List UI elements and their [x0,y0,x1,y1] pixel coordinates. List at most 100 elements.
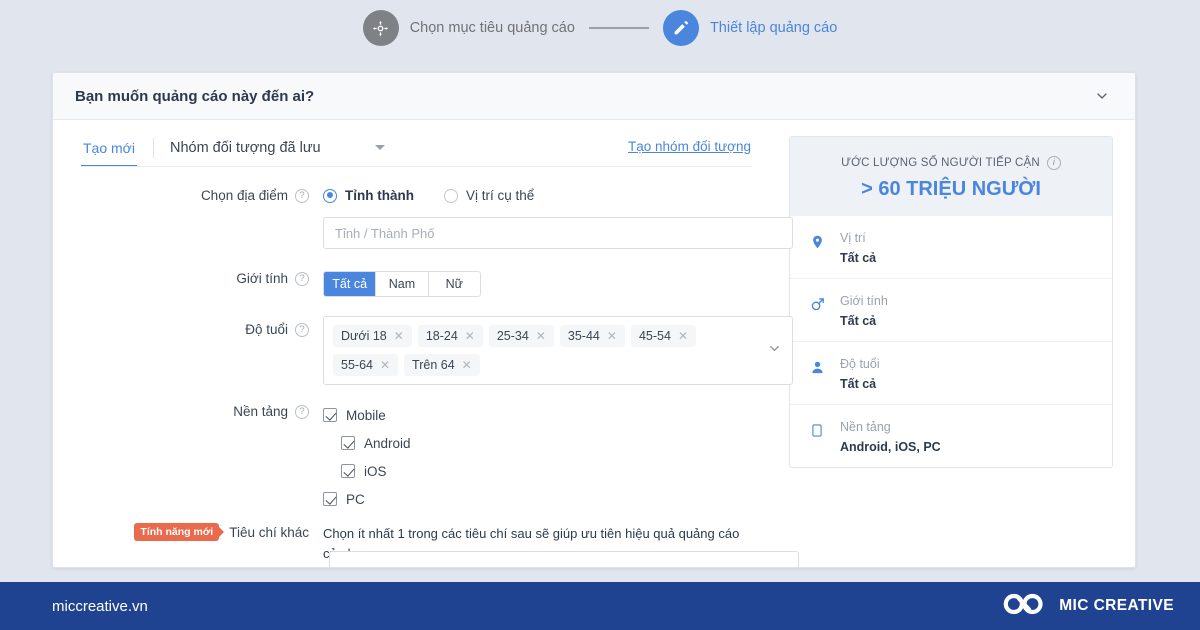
footer-branding: MIC CREATIVE [1002,591,1174,622]
summary-value: Tất cả [840,251,877,265]
field-age: Độ tuổi ? Dưới 18 ✕ 18-24 ✕ 25-34 ✕ 35-44 ✕ … [53,316,793,385]
step-indicator: Chọn mục tiêu quảng cáo Thiết lập quảng … [0,0,1200,56]
footer-url: miccreative.vn [52,597,148,615]
summary-value: Tất cả [840,377,877,391]
age-chips-box[interactable]: Dưới 18 ✕ 18-24 ✕ 25-34 ✕ 35-44 ✕ 45-54 ✕ 55-… [323,316,793,385]
radio-option-province[interactable]: Tỉnh thành [323,188,414,203]
gender-option-female[interactable]: Nữ [428,272,480,296]
chip-label: 35-44 [567,329,600,343]
checkbox-label: PC [346,491,365,507]
pencil-icon [662,10,699,46]
help-icon[interactable]: ? [295,322,309,337]
gender-label: Giới tính [236,271,288,286]
summary-key: Vị trí [840,231,866,245]
platform-label-group: Nền tảng ? [53,401,323,419]
targeting-form: Tạo mới Nhóm đối tượng đã lưu Tạo nhóm đ… [53,120,799,567]
summary-gender-text: Giới tính Tất cả [840,292,888,328]
radio-label: Vị trí cụ thể [465,188,535,203]
reach-panel-header: ƯỚC LƯỢNG SỐ NGƯỜI TIẾP CẬN i > 60 TRIỆU… [790,137,1112,215]
gender-option-male[interactable]: Nam [376,272,429,296]
checkbox-android[interactable]: Android [341,429,751,457]
chip-label: 18-24 [425,329,458,343]
age-chip[interactable]: Trên 64 ✕ [404,354,480,376]
platform-label: Nền tảng [233,404,288,419]
step-setup-ad[interactable]: Thiết lập quảng cáo [662,10,838,46]
age-chip[interactable]: 45-54 ✕ [630,325,696,347]
help-icon[interactable]: ? [295,271,309,286]
age-chip[interactable]: 25-34 ✕ [488,325,554,347]
step2-label: Thiết lập quảng cáo [709,20,838,36]
chip-label: Trên 64 [412,358,455,372]
checkbox-label: Mobile [346,407,386,423]
checkbox-indicator [341,436,355,450]
checkbox-indicator [323,408,337,422]
summary-key: Nền tảng [840,420,891,434]
province-city-placeholder: Tỉnh / Thành Phố [335,225,435,241]
summary-age-text: Độ tuổi Tất cả [840,355,880,391]
page-title: Bạn muốn quảng cáo này đến ai? [75,87,315,105]
field-gender: Giới tính ? Tất cả Nam Nữ [53,271,775,297]
card-header: Bạn muốn quảng cáo này đến ai? [53,73,1135,120]
close-icon[interactable]: ✕ [465,330,475,342]
gender-control: Tất cả Nam Nữ [323,271,751,297]
location-pin-icon [808,229,826,251]
checkbox-ios[interactable]: iOS [341,457,751,485]
footer-bar: miccreative.vn MIC CREATIVE [0,582,1200,630]
province-city-input[interactable]: Tỉnh / Thành Phố [323,217,793,249]
chip-label: 55-64 [341,358,373,372]
person-icon [808,355,826,376]
checkbox-mobile[interactable]: Mobile [323,401,751,429]
field-platform: Nền tảng ? Mobile Android iOS PC [53,401,775,513]
close-icon[interactable]: ✕ [607,330,617,342]
chip-label: Dưới 18 [341,329,387,343]
help-icon[interactable]: ? [295,188,309,203]
step-choose-objective[interactable]: Chọn mục tiêu quảng cáo [362,10,575,46]
age-label-group: Độ tuổi ? [53,316,323,337]
close-icon[interactable]: ✕ [394,330,404,342]
criteria-input[interactable] [329,551,799,567]
footer-brand-name: MIC CREATIVE [1059,597,1174,614]
criteria-label-group: Tính năng mới Tiêu chí khác [53,523,323,541]
age-chip[interactable]: 35-44 ✕ [559,325,625,347]
reach-title: ƯỚC LƯỢNG SỐ NGƯỜI TIẾP CẬN [841,157,1040,169]
summary-platform-text: Nền tảng Android, iOS, PC [840,418,941,454]
checkbox-pc[interactable]: PC [323,485,751,513]
targeting-card: Bạn muốn quảng cáo này đến ai? Tạo mới N… [52,72,1136,568]
audience-tabs: Tạo mới Nhóm đối tượng đã lưu Tạo nhóm đ… [53,120,775,167]
summary-value: Tất cả [840,314,877,328]
reach-panel: ƯỚC LƯỢNG SỐ NGƯỜI TIẾP CẬN i > 60 TRIỆU… [789,136,1113,468]
age-chip[interactable]: Dưới 18 ✕ [333,325,412,347]
infinity-loop-icon [1002,591,1046,622]
create-audience-link[interactable]: Tạo nhóm đối tượng [628,139,751,164]
summary-location-text: Vị trí Tất cả [840,229,876,265]
reach-estimate-sidebar: ƯỚC LƯỢNG SỐ NGƯỜI TIẾP CẬN i > 60 TRIỆU… [775,120,1135,567]
chevron-down-icon [374,145,385,150]
gender-male-icon [808,292,826,313]
checkbox-indicator [323,492,337,506]
age-label: Độ tuổi [245,322,288,337]
field-location: Chọn địa điểm ? Tỉnh thành Vị trí cụ thể [53,188,793,249]
age-chip[interactable]: 55-64 ✕ [333,354,399,376]
close-icon[interactable]: ✕ [462,359,472,371]
close-icon[interactable]: ✕ [536,330,546,342]
radio-indicator [443,188,458,203]
saved-audience-dropdown[interactable]: Nhóm đối tượng đã lưu [170,140,385,164]
gender-option-all[interactable]: Tất cả [324,272,377,296]
checkbox-label: Android [364,435,411,451]
radio-option-specific[interactable]: Vị trí cụ thể [443,188,535,203]
status-badge: Tính năng mới [134,523,220,541]
step1-label: Chọn mục tiêu quảng cáo [409,20,575,36]
chevron-down-icon[interactable] [1091,85,1113,107]
saved-audience-label: Nhóm đối tượng đã lưu [169,139,321,156]
help-icon[interactable]: ? [295,404,309,419]
chevron-down-icon[interactable] [767,341,782,361]
age-chip[interactable]: 18-24 ✕ [417,325,483,347]
tab-create-new[interactable]: Tạo mới [81,136,137,167]
checkbox-label: iOS [364,463,387,479]
close-icon[interactable]: ✕ [678,330,688,342]
radio-indicator [323,188,337,203]
info-icon[interactable]: i [1046,156,1061,170]
tablet-icon [808,418,826,439]
card-body: Tạo mới Nhóm đối tượng đã lưu Tạo nhóm đ… [53,120,1135,567]
close-icon[interactable]: ✕ [380,359,390,371]
